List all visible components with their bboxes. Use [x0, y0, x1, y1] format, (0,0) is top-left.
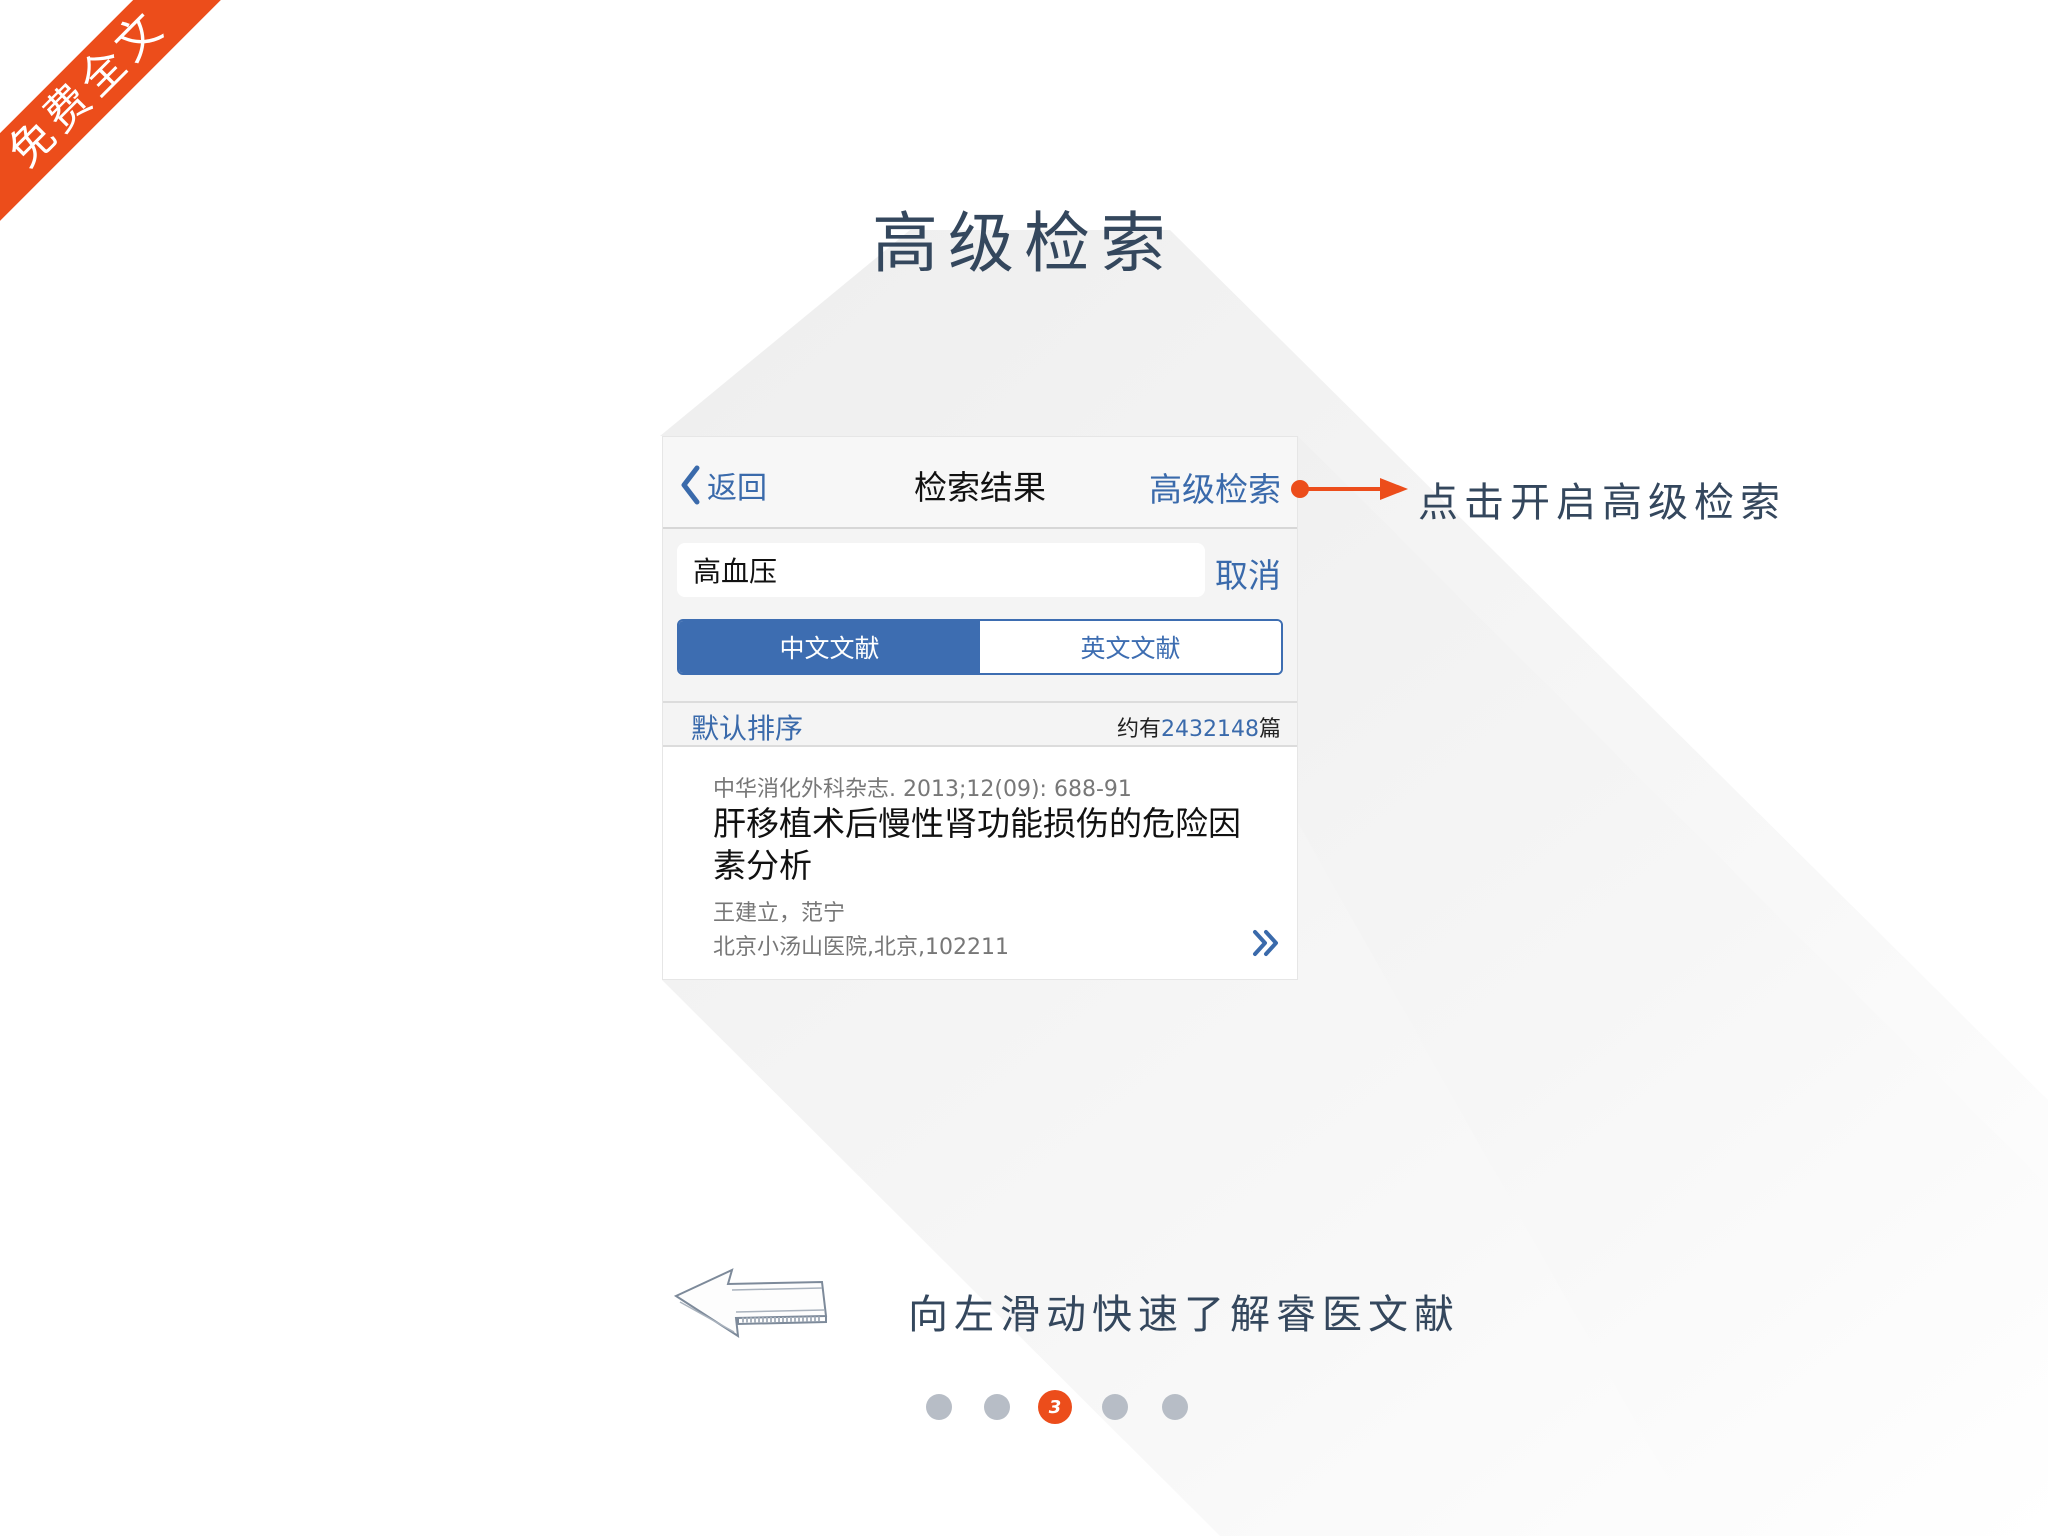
page-title: 高级检索	[872, 205, 1176, 282]
search-input[interactable]	[677, 543, 1205, 597]
language-segmented-control: 中文文献 英文文献	[677, 619, 1283, 675]
page-indicator: 3	[926, 1390, 1196, 1424]
page-dot-4[interactable]	[1102, 1394, 1128, 1420]
advanced-search-button[interactable]: 高级检索	[1149, 463, 1281, 511]
annotation-arrow	[1291, 478, 1408, 500]
language-segment-row: 中文文献 英文文献	[663, 615, 1297, 701]
result-authors: 王建立，范宁	[713, 901, 846, 926]
result-title: 肝移植术后慢性肾功能损伤的危险因素分析	[713, 804, 1241, 885]
swipe-hint-text: 向左滑动快速了解睿医文献	[908, 1292, 1460, 1338]
annotation-text: 点击开启高级检索	[1418, 480, 1786, 526]
chevron-left-icon	[681, 465, 700, 505]
sort-bar: 默认排序 约有2432148篇	[663, 701, 1297, 747]
page-dot-5[interactable]	[1162, 1394, 1188, 1420]
left-arrow-sketch-icon	[673, 1268, 828, 1338]
double-chevron-right-icon[interactable]	[1251, 929, 1281, 957]
page-dot-1[interactable]	[926, 1394, 952, 1420]
nav-bar: 返回 检索结果 高级检索	[663, 437, 1297, 529]
back-button[interactable]: 返回	[679, 463, 767, 507]
result-affiliation: 北京小汤山医院,北京,102211	[713, 935, 1009, 960]
count-suffix: 篇	[1258, 717, 1281, 742]
page-dot-3-active[interactable]: 3	[1038, 1390, 1072, 1424]
tab-chinese-literature[interactable]: 中文文献	[679, 621, 980, 673]
search-bar: 取消	[663, 529, 1297, 615]
result-list-item[interactable]: 中华消化外科杂志. 2013;12(09): 688-91 肝移植术后慢性肾功能…	[663, 747, 1297, 979]
count-value: 2432148	[1161, 717, 1259, 742]
result-count: 约有2432148篇	[1117, 711, 1281, 743]
count-prefix: 约有	[1116, 717, 1161, 742]
result-source: 中华消化外科杂志. 2013;12(09): 688-91	[713, 777, 1132, 802]
page-dot-2[interactable]	[984, 1394, 1010, 1420]
sort-default-button[interactable]: 默认排序	[691, 707, 803, 747]
phone-screen-card: 返回 检索结果 高级检索 取消 中文文献 英文文献 默认排序 约有2432148…	[662, 436, 1298, 980]
tab-english-literature[interactable]: 英文文献	[980, 621, 1281, 673]
cancel-button[interactable]: 取消	[1215, 549, 1281, 597]
back-label: 返回	[707, 471, 767, 506]
